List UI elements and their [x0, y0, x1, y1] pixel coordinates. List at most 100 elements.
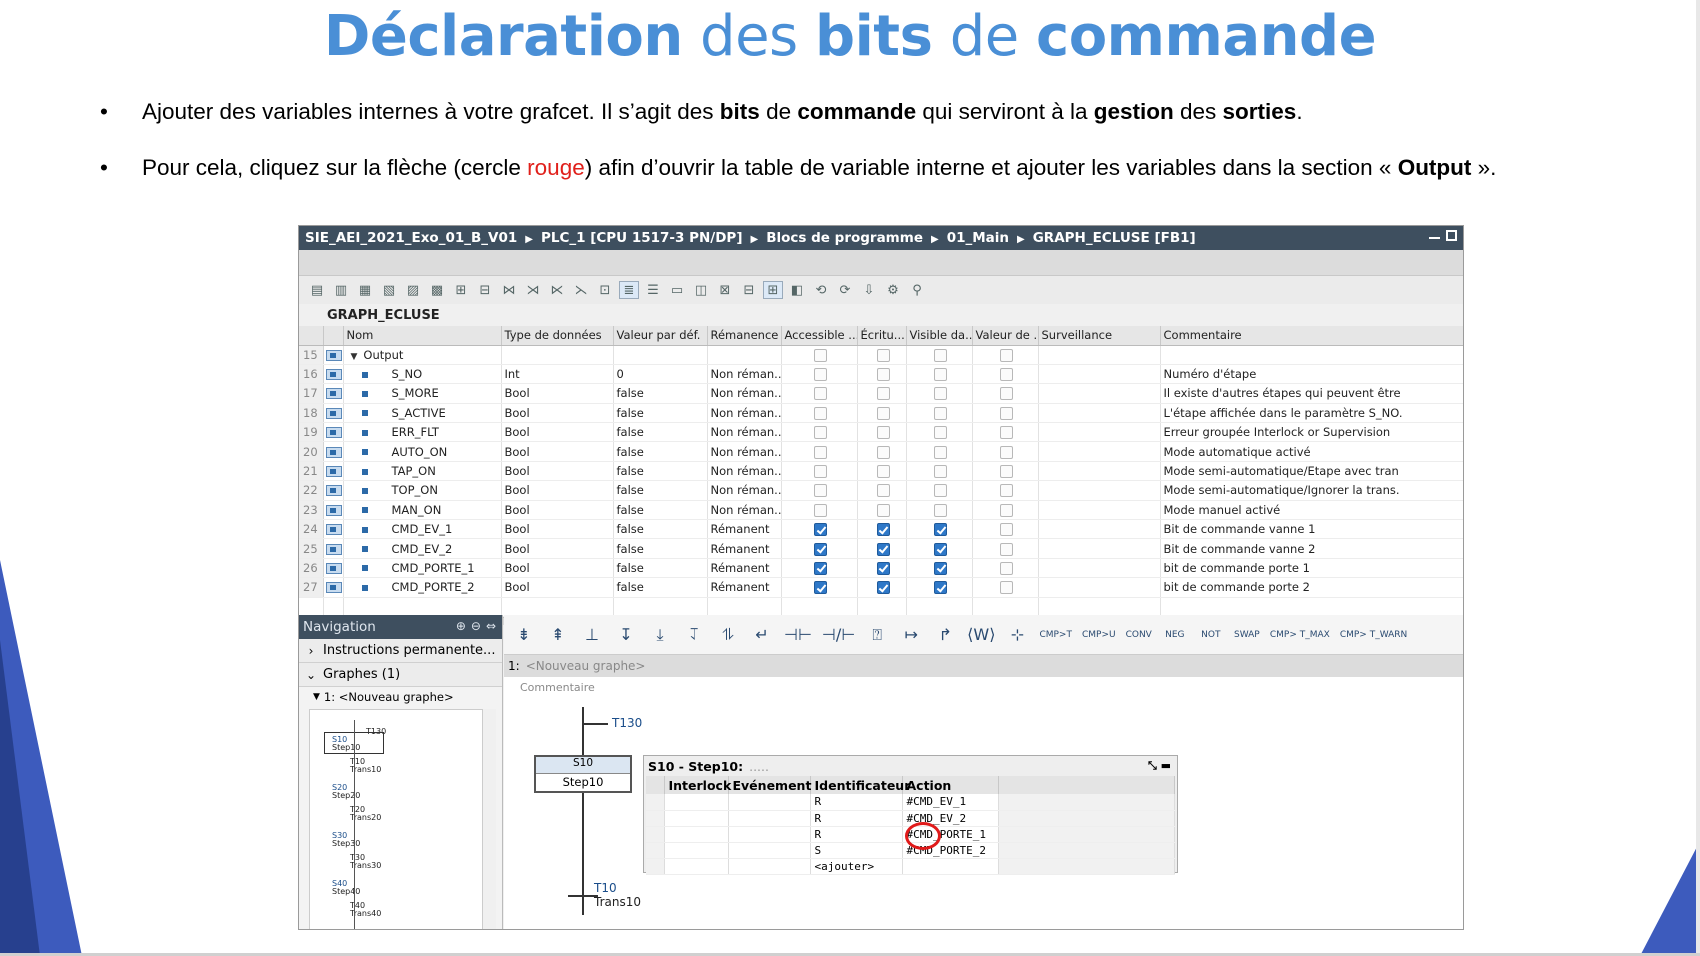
checkbox-checked[interactable]: [814, 542, 827, 556]
checkbox-cell[interactable]: [906, 538, 973, 559]
checkbox-cell[interactable]: [857, 364, 907, 385]
checkbox-cell[interactable]: [781, 441, 858, 462]
checkbox-unchecked[interactable]: [1000, 387, 1013, 401]
variable-name[interactable]: TAP_ON: [343, 461, 502, 482]
graph-tool-button[interactable]: NOT: [1198, 622, 1224, 648]
variable-name[interactable]: CMD_PORTE_1: [343, 558, 502, 579]
checkbox-cell[interactable]: [906, 558, 973, 579]
checkbox-unchecked[interactable]: [876, 348, 890, 362]
checkbox-unchecked[interactable]: [1000, 503, 1013, 517]
graph-tool-icon[interactable]: ⟨W⟩: [967, 622, 995, 648]
data-type[interactable]: Bool: [501, 577, 614, 598]
toolbar-button-icon[interactable]: ⟳: [835, 281, 855, 299]
checkbox-unchecked[interactable]: [876, 368, 890, 382]
checkbox-checked[interactable]: [876, 542, 890, 556]
qualifier-cell[interactable]: R: [810, 794, 903, 811]
default-value[interactable]: false: [613, 441, 708, 462]
interlock-cell[interactable]: [664, 858, 729, 875]
variable-name[interactable]: MAN_ON: [343, 500, 502, 521]
toolbar-button-icon[interactable]: ◫: [691, 281, 711, 299]
toolbar-button-icon[interactable]: ⚙: [883, 281, 903, 299]
checkbox-unchecked[interactable]: [814, 503, 827, 517]
table-row[interactable]: 24 CMD_EV_1 Bool false Rémanent Bit de comman…: [299, 519, 1463, 540]
action-column-header[interactable]: Identificateur: [810, 776, 910, 794]
checkbox-cell[interactable]: [972, 558, 1039, 579]
checkbox-checked[interactable]: [876, 561, 890, 575]
qualifier-cell[interactable]: <ajouter>: [810, 858, 903, 875]
table-row[interactable]: 27 CMD_PORTE_2 Bool false Rémanent bit de com…: [299, 577, 1463, 598]
checkbox-cell[interactable]: [906, 480, 973, 501]
checkbox-cell[interactable]: [857, 480, 907, 501]
comment-cell[interactable]: bit de commande porte 2: [1160, 577, 1463, 598]
supervision-cell[interactable]: [1038, 441, 1161, 462]
checkbox-cell[interactable]: [781, 422, 858, 443]
supervision-cell[interactable]: [1038, 577, 1161, 598]
column-header[interactable]: Accessible ...: [781, 326, 858, 346]
checkbox-cell[interactable]: [972, 500, 1039, 521]
default-value[interactable]: false: [613, 519, 708, 540]
toolbar-button-icon[interactable]: ⊟: [475, 281, 495, 299]
retain-value[interactable]: Rémanent: [707, 519, 782, 540]
toolbar-button-icon[interactable]: ⊞: [451, 281, 471, 299]
table-row[interactable]: 21 TAP_ON Bool false Non réman... Mode semi-a…: [299, 461, 1463, 482]
toolbar-button-icon[interactable]: ⋊: [523, 281, 543, 299]
checkbox-cell[interactable]: [781, 345, 858, 365]
graph-tool-button[interactable]: SWAP: [1234, 622, 1260, 648]
checkbox-cell[interactable]: [972, 519, 1039, 540]
checkbox-cell[interactable]: [906, 345, 973, 365]
event-cell[interactable]: [728, 794, 811, 811]
action-cell[interactable]: [902, 858, 999, 875]
checkbox-unchecked[interactable]: [1000, 523, 1013, 537]
transition-label-top[interactable]: T130: [612, 716, 642, 730]
event-cell[interactable]: [728, 842, 811, 859]
checkbox-cell[interactable]: [857, 441, 907, 462]
checkbox-checked[interactable]: [814, 523, 827, 537]
checkbox-cell[interactable]: [857, 500, 907, 521]
comment-cell[interactable]: Il existe d'autres étapes qui peuvent êt…: [1160, 383, 1463, 404]
checkbox-cell[interactable]: [857, 403, 907, 424]
column-header[interactable]: [299, 326, 324, 346]
checkbox-cell[interactable]: [972, 480, 1039, 501]
checkbox-checked[interactable]: [814, 561, 827, 575]
checkbox-checked[interactable]: [934, 523, 947, 537]
checkbox-cell[interactable]: [781, 364, 858, 385]
column-header[interactable]: Rémanence: [707, 326, 782, 346]
checkbox-unchecked[interactable]: [934, 368, 947, 382]
checkbox-cell[interactable]: [857, 461, 907, 482]
checkbox-cell[interactable]: [906, 519, 973, 540]
breadcrumb-item[interactable]: SIE_AEI_2021_Exo_01_B_V01: [305, 230, 517, 246]
checkbox-cell[interactable]: [906, 577, 973, 598]
retain-value[interactable]: Non réman...: [707, 500, 782, 521]
checkbox-unchecked[interactable]: [876, 503, 890, 517]
toolbar-button-icon[interactable]: ▭: [667, 281, 687, 299]
checkbox-cell[interactable]: [857, 422, 907, 443]
comment-cell[interactable]: Bit de commande vanne 2: [1160, 538, 1463, 559]
checkbox-checked[interactable]: [876, 581, 890, 595]
data-type[interactable]: Bool: [501, 461, 614, 482]
checkbox-unchecked[interactable]: [934, 503, 947, 517]
retain-value[interactable]: Non réman...: [707, 461, 782, 482]
graph-tool-icon[interactable]: ⊹: [1005, 622, 1029, 648]
event-cell[interactable]: [728, 858, 811, 875]
toolbar-button-icon[interactable]: ▨: [403, 281, 423, 299]
data-type[interactable]: Bool: [501, 500, 614, 521]
checkbox-unchecked[interactable]: [876, 406, 890, 420]
column-header[interactable]: Commentaire: [1160, 326, 1463, 346]
column-header[interactable]: Écritu...: [857, 326, 907, 346]
checkbox-unchecked[interactable]: [1000, 484, 1013, 498]
retain-value[interactable]: Rémanent: [707, 538, 782, 559]
variable-name[interactable]: CMD_EV_1: [343, 519, 502, 540]
comment-cell[interactable]: Mode semi-automatique/Etape avec tran: [1160, 461, 1463, 482]
checkbox-unchecked[interactable]: [814, 484, 827, 498]
checkbox-cell[interactable]: [906, 422, 973, 443]
event-cell[interactable]: [728, 826, 811, 843]
collapse-icon[interactable]: ⤡ ▬: [1148, 759, 1171, 773]
interlock-cell[interactable]: [664, 826, 729, 843]
comment-cell[interactable]: Numéro d'étape: [1160, 364, 1463, 385]
table-row[interactable]: 26 CMD_PORTE_1 Bool false Rémanent bit de com…: [299, 558, 1463, 579]
graph-tool-button[interactable]: CONV: [1126, 622, 1152, 648]
checkbox-cell[interactable]: [972, 383, 1039, 404]
checkbox-cell[interactable]: [972, 345, 1039, 365]
toolbar-button-icon[interactable]: ⊟: [739, 281, 759, 299]
default-value[interactable]: false: [613, 403, 708, 424]
